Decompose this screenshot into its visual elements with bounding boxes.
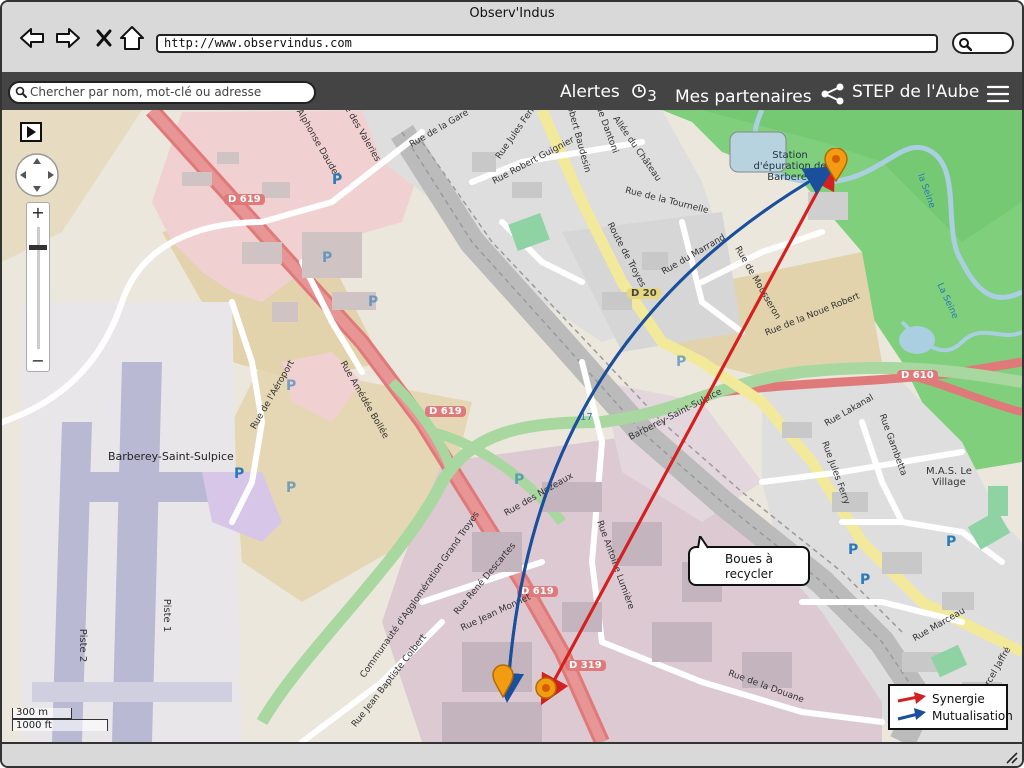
parking-icon: P — [676, 354, 687, 370]
parking-icon: P — [514, 472, 525, 488]
road-shield-d20: D 20 — [627, 288, 661, 299]
callout-tail — [697, 536, 709, 549]
scale-imperial: 1000 ft — [12, 719, 108, 731]
browser-chrome: Observ'Indus http://www.observindus.com — [2, 2, 1022, 72]
parking-icon: P — [322, 250, 333, 266]
parking-icon: P — [946, 534, 957, 550]
town-label: Barberey-Saint-Sulpice — [108, 450, 234, 463]
road-shield-d619: D 619 — [425, 406, 466, 417]
road-number-17: 17 — [580, 412, 593, 423]
resize-grip-icon[interactable] — [1004, 750, 1018, 764]
map-view[interactable]: D 619 D 619 D 619 D 20 D 610 D 319 17 St… — [2, 110, 1022, 742]
menu-alertes[interactable]: Alertes 3 — [560, 80, 657, 105]
map-tiles — [2, 110, 1022, 742]
map-legend: Synergie Mutualisation — [888, 684, 1013, 730]
clock-icon — [632, 84, 647, 98]
pan-control[interactable] — [14, 152, 60, 198]
callout-line: Boues à — [725, 552, 773, 566]
parking-icon: P — [286, 378, 297, 394]
callout-bubble: Boues à recycler — [688, 536, 810, 586]
map-pin-icon[interactable] — [824, 148, 848, 182]
alertes-count-badge: 3 — [647, 87, 657, 105]
zoom-handle[interactable] — [29, 245, 47, 250]
parking-icon: P — [332, 172, 343, 188]
village-label: M.A.S. Le Village — [926, 466, 972, 488]
zoom-in-button[interactable]: + — [27, 203, 49, 223]
parking-icon: P — [860, 572, 871, 588]
place-search-input[interactable]: Chercher par nom, mot-clé ou adresse — [8, 81, 316, 104]
map-pin-icon[interactable] — [492, 664, 514, 698]
station-label: Station d'épuration de Barberey — [753, 150, 827, 183]
browser-search-field[interactable] — [952, 32, 1014, 54]
app-header: Chercher par nom, mot-clé ou adresse Ale… — [2, 72, 1022, 110]
url-field[interactable]: http://www.observindus.com — [156, 34, 938, 53]
back-arrow-icon[interactable] — [18, 24, 46, 52]
window-title: Observ'Indus — [469, 6, 555, 21]
partenaires-label: Mes partenaires — [675, 87, 812, 107]
search-icon — [15, 86, 27, 98]
forward-arrow-icon[interactable] — [54, 24, 82, 52]
parking-icon: P — [286, 480, 297, 496]
zoom-slider[interactable]: + − — [26, 202, 50, 372]
road-shield-d619: D 619 — [224, 194, 265, 205]
road-shield-d319: D 319 — [565, 660, 606, 671]
share-icon — [821, 83, 844, 105]
map-pin-icon[interactable] — [534, 676, 558, 700]
menu-partenaires[interactable]: Mes partenaires — [675, 80, 845, 107]
legend-label: Synergie — [932, 692, 985, 706]
callout-line: recycler — [725, 567, 773, 581]
zoom-out-button[interactable]: − — [27, 351, 49, 371]
hamburger-menu-icon[interactable] — [986, 84, 1010, 104]
search-icon — [959, 38, 972, 51]
search-placeholder: Chercher par nom, mot-clé ou adresse — [30, 85, 262, 99]
scale-metric: 300 m — [12, 708, 72, 719]
step-label: STEP de l'Aube — [852, 82, 980, 102]
alertes-label: Alertes — [560, 82, 620, 102]
menu-step[interactable]: STEP de l'Aube — [852, 80, 979, 104]
status-bar — [2, 742, 1022, 766]
scale-bar: 300 m 1000 ft — [12, 708, 108, 738]
synergie-arrow-icon — [897, 692, 926, 704]
road-shield-d610: D 610 — [897, 370, 938, 381]
runway-label: Piste 2 — [77, 628, 89, 663]
mutualisation-arrow-icon — [897, 708, 926, 721]
play-icon[interactable] — [20, 122, 42, 142]
browser-window: Observ'Indus http://www.observindus.com — [0, 0, 1024, 768]
parking-icon: P — [234, 466, 245, 482]
parking-icon: P — [368, 294, 379, 310]
home-icon[interactable] — [118, 24, 146, 52]
legend-label: Mutualisation — [932, 709, 1013, 723]
close-x-icon[interactable] — [90, 24, 118, 52]
parking-icon: P — [848, 542, 859, 558]
runway-label: Piste 1 — [161, 598, 173, 633]
